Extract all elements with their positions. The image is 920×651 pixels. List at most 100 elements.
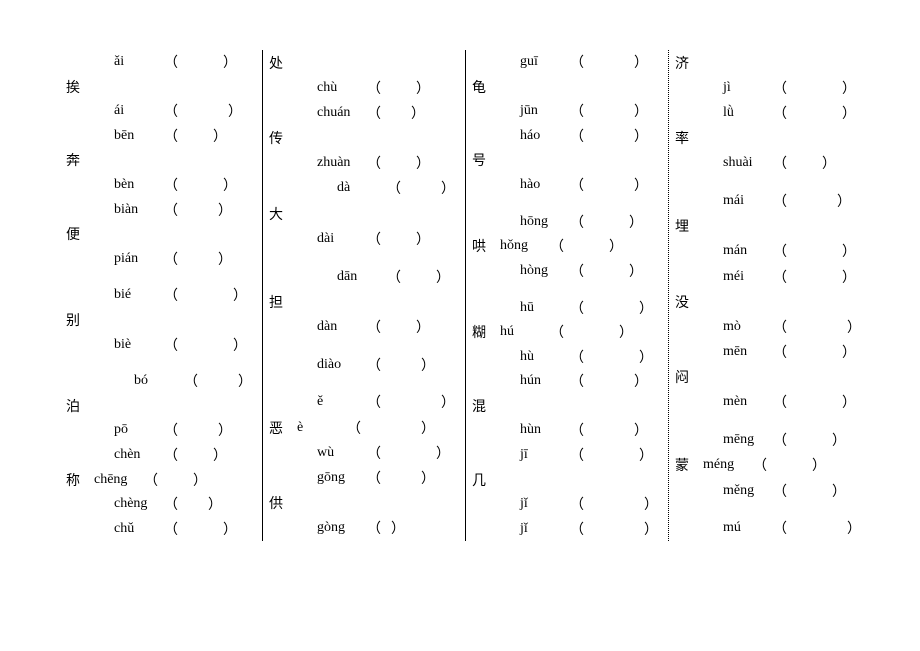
spacer	[263, 377, 455, 390]
paren-close: ）	[233, 335, 247, 355]
paren-close: ）	[639, 298, 653, 318]
paren-open: （	[367, 229, 381, 249]
paren-close: ）	[223, 519, 237, 539]
pinyin-label: jī	[492, 447, 570, 463]
entry-row: jī（）	[466, 443, 658, 468]
paren-open: （	[164, 445, 178, 465]
pinyin-label: shuài	[695, 155, 773, 171]
hanzi-char: 处	[263, 53, 289, 73]
paren-open: （	[570, 52, 584, 72]
pinyin-label: chǔ	[86, 521, 164, 537]
pinyin-label: gòng	[289, 520, 367, 536]
paren-close: ）	[842, 103, 856, 123]
entry-row: 传	[263, 126, 455, 151]
pinyin-label: mú	[695, 520, 773, 536]
hanzi-char: 传	[263, 128, 289, 148]
pinyin-label: měng	[695, 483, 773, 499]
worksheet-page: ǎi（）挨 ái（） bēn（）奔 bèn（） biàn（）便 pián（） b…	[0, 0, 920, 571]
paren-close: ）	[629, 212, 643, 232]
paren-close: ）	[223, 175, 237, 195]
entry-row: jì（）	[669, 75, 861, 100]
paren-open: （	[570, 212, 584, 232]
entry-row: 泊	[60, 394, 252, 419]
entry-row: bèn（）	[60, 173, 252, 198]
paren-open: （	[773, 153, 787, 173]
entry-row: bēn（）	[60, 124, 252, 149]
paren-close: ）	[416, 229, 430, 249]
entry-row: jūn（）	[466, 99, 658, 124]
spacer	[263, 339, 455, 352]
paren-open: （	[570, 101, 584, 121]
entry-row: dài（ ）	[263, 226, 455, 251]
paren-close: ）	[391, 518, 405, 538]
paren-close: ）	[233, 285, 247, 305]
entry-row: 几	[466, 467, 658, 492]
pinyin-label: chèn	[86, 447, 164, 463]
paren-open: （	[773, 78, 787, 98]
paren-close: ）	[842, 267, 856, 287]
pinyin-label: ǎi	[86, 54, 164, 70]
entry-row: mò（）	[669, 314, 861, 339]
entry-row: mēng（）	[669, 428, 861, 453]
entry-row: 闷	[669, 365, 861, 390]
paren-close: ）	[416, 317, 430, 337]
paren-close: ）	[213, 445, 227, 465]
hanzi-char: 担	[263, 292, 289, 312]
entry-row: chǔ（）	[60, 516, 252, 541]
paren-close: ）	[416, 153, 430, 173]
paren-close: ）	[634, 126, 648, 146]
hanzi-char: 称	[60, 470, 86, 490]
paren-open: （	[164, 101, 178, 121]
paren-open: （	[570, 371, 584, 391]
paren-close: ）	[223, 52, 237, 72]
hanzi-char: 蒙	[669, 455, 695, 475]
paren-close: ）	[218, 420, 232, 440]
entry-row: 蒙méng（）	[669, 453, 861, 478]
pinyin-label: hú	[492, 324, 550, 340]
spacer	[263, 251, 455, 264]
paren-open: （	[773, 392, 787, 412]
hanzi-char: 号	[466, 150, 492, 170]
entry-row: guī（）	[466, 50, 658, 75]
entry-row: 济	[669, 50, 861, 75]
paren-open: （	[367, 443, 381, 463]
paren-close: ）	[193, 470, 207, 490]
paren-close: ）	[634, 420, 648, 440]
pinyin-label: mèn	[695, 394, 773, 410]
entry-row: jǐ（）	[466, 516, 658, 541]
hanzi-char: 济	[669, 53, 695, 73]
paren-open: （	[164, 285, 178, 305]
pinyin-label: hào	[492, 177, 570, 193]
spacer	[669, 503, 861, 516]
paren-close: ）	[832, 481, 846, 501]
pinyin-label: biàn	[86, 202, 164, 218]
entry-row: mèn（）	[669, 390, 861, 415]
paren-close: ）	[639, 445, 653, 465]
spacer	[669, 415, 861, 428]
entry-row: dàn（）	[263, 314, 455, 339]
hanzi-char: 几	[466, 470, 492, 490]
paren-open: （	[550, 322, 564, 342]
entry-row: gōng（）	[263, 465, 455, 490]
hanzi-char: 恶	[263, 418, 289, 438]
entry-row: 供	[263, 491, 455, 516]
hanzi-char: 糊	[466, 322, 492, 342]
paren-open: （	[550, 236, 564, 256]
entry-row: pō（）	[60, 418, 252, 443]
entry-row: bié（）	[60, 283, 252, 308]
entry-row: 担	[263, 289, 455, 314]
paren-open: （	[773, 241, 787, 261]
paren-open: （	[570, 420, 584, 440]
entry-row: wù（）	[263, 440, 455, 465]
entry-row: hào（）	[466, 173, 658, 198]
pinyin-label: méi	[695, 269, 773, 285]
paren-open: （	[164, 126, 178, 146]
paren-close: ）	[842, 342, 856, 362]
pinyin-label: dài	[289, 231, 367, 247]
pinyin-label: mái	[695, 193, 773, 209]
pinyin-label: bèn	[86, 177, 164, 193]
paren-close: ）	[421, 418, 435, 438]
paren-close: ）	[609, 236, 623, 256]
entry-row: pián（）	[60, 246, 252, 271]
paren-close: ）	[847, 317, 861, 337]
